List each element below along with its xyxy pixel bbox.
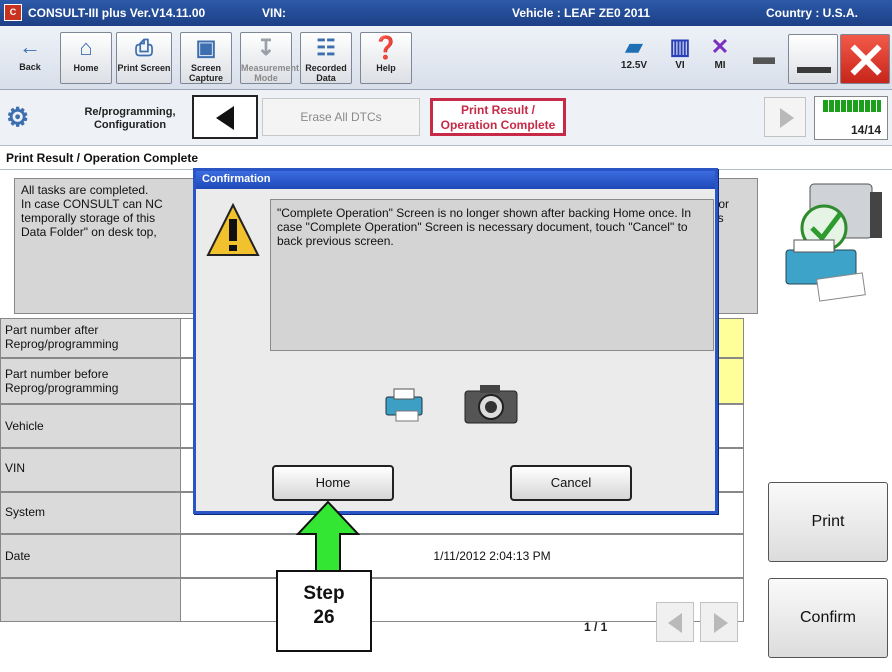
crumb-home-label: Re/programming, Configuration bbox=[84, 106, 176, 131]
page-title: Print Result / Operation Complete bbox=[0, 146, 892, 170]
step-callout: Step 26 bbox=[276, 570, 372, 652]
measurement-mode-button[interactable]: ↧ Measurement Mode bbox=[240, 32, 299, 84]
wrench-computer-icon: ⚙ bbox=[6, 102, 30, 132]
date-value: 1/11/2012 2:04:13 PM bbox=[433, 549, 551, 563]
battery-indicator: ▬ bbox=[744, 44, 784, 70]
recorded-data-label: Recorded Data bbox=[305, 63, 347, 83]
car-icon: ▰ bbox=[625, 34, 643, 59]
page-prev-button[interactable] bbox=[656, 602, 694, 642]
previous-step-button[interactable] bbox=[192, 95, 258, 139]
house-icon: ⌂ bbox=[79, 35, 93, 60]
dialog-message: "Complete Operation" Screen is no longer… bbox=[270, 199, 714, 351]
confirm-button[interactable]: Confirm bbox=[768, 578, 888, 658]
crumb-erase-dtcs[interactable]: Erase All DTCs bbox=[262, 98, 420, 136]
row-label: Date bbox=[1, 535, 181, 577]
vi-status: ▥ VI bbox=[660, 34, 700, 71]
step-arrow-icon bbox=[296, 500, 360, 573]
print-screen-label: Print Screen bbox=[117, 63, 171, 73]
toolbar: ← Back ⌂ Home ⎙ Print Screen ▣ Screen Ca… bbox=[0, 26, 892, 90]
camera-icon: ▣ bbox=[195, 35, 217, 60]
measurement-icon: ↧ bbox=[256, 35, 276, 60]
mi-disconnected-icon: ✕ bbox=[710, 34, 730, 59]
app-title: CONSULT-III plus Ver.V14.11.00 bbox=[28, 6, 206, 20]
printer-icon: ⎙ bbox=[135, 35, 153, 60]
row-label: Part number after Reprog/programming bbox=[1, 319, 181, 357]
camera-icon bbox=[464, 385, 518, 424]
breadcrumb: ⚙ Re/programming, Configuration Erase Al… bbox=[0, 90, 892, 146]
step-label: Step bbox=[303, 583, 345, 604]
screen-capture-button[interactable]: ▣ Screen Capture bbox=[180, 32, 232, 84]
cancel-button[interactable]: Cancel bbox=[510, 465, 632, 501]
table-row: Date 1/11/2012 2:04:13 PM bbox=[0, 534, 744, 578]
battery-status: ▰ 12.5V bbox=[614, 34, 654, 71]
country-label: Country : U.S.A. bbox=[766, 6, 858, 20]
crumb-print-result: Print Result / Operation Complete bbox=[430, 98, 566, 136]
vi-label: VI bbox=[675, 60, 685, 71]
help-icon: ❓ bbox=[372, 35, 400, 60]
dialog-icons bbox=[196, 383, 715, 433]
recorded-data-icon: ☷ bbox=[316, 35, 336, 60]
ecu-printer-illustration-icon bbox=[785, 183, 882, 302]
back-button[interactable]: ← Back bbox=[4, 32, 56, 84]
home-confirm-button[interactable]: Home bbox=[272, 465, 394, 501]
print-screen-button[interactable]: ⎙ Print Screen bbox=[116, 32, 172, 84]
recorded-data-button[interactable]: ☷ Recorded Data bbox=[300, 32, 352, 84]
back-label: Back bbox=[19, 62, 41, 72]
minimize-button[interactable] bbox=[788, 34, 838, 84]
page-next-button[interactable] bbox=[700, 602, 738, 642]
home-button[interactable]: ⌂ Home bbox=[60, 32, 112, 84]
dialog-title: Confirmation bbox=[196, 171, 715, 189]
vin-label: VIN: bbox=[262, 6, 286, 20]
help-label: Help bbox=[376, 63, 396, 73]
vi-device-icon: ▥ bbox=[669, 34, 691, 59]
mi-label: MI bbox=[714, 60, 726, 71]
mi-status: ✕ MI bbox=[700, 34, 740, 71]
consult-logo-icon: C bbox=[4, 4, 22, 21]
row-label bbox=[1, 579, 181, 621]
close-button[interactable] bbox=[840, 34, 890, 84]
table-row bbox=[0, 578, 744, 622]
screen-capture-label: Screen Capture bbox=[188, 63, 223, 83]
confirmation-dialog: Confirmation "Complete Operation" Screen… bbox=[193, 168, 718, 514]
row-label: Vehicle bbox=[1, 405, 181, 447]
vehicle-label: Vehicle : LEAF ZE0 2011 bbox=[512, 6, 651, 20]
step-number: 26 bbox=[313, 607, 335, 628]
battery-voltage: 12.5V bbox=[620, 60, 648, 71]
home-label: Home bbox=[73, 63, 99, 73]
measurement-mode-label: Measurement Mode bbox=[241, 63, 300, 83]
reprogramming-home-crumb[interactable]: ⚙ Re/programming, Configuration bbox=[4, 96, 184, 138]
step-progress: 14/14 bbox=[814, 96, 888, 140]
battery-icon: ▬ bbox=[753, 44, 775, 69]
help-button[interactable]: ❓ Help bbox=[360, 32, 412, 84]
printer-icon bbox=[385, 388, 423, 422]
warning-icon bbox=[206, 203, 260, 256]
title-bar: C CONSULT-III plus Ver.V14.11.00 VIN: Ve… bbox=[0, 0, 892, 26]
page-indicator: 1 / 1 bbox=[584, 620, 608, 634]
next-step-button[interactable] bbox=[764, 97, 806, 137]
print-button[interactable]: Print bbox=[768, 482, 888, 562]
row-label: Part number before Reprog/programming bbox=[1, 359, 181, 403]
back-arrow-icon: ← bbox=[19, 34, 41, 59]
row-label: VIN bbox=[1, 449, 181, 491]
row-label: System bbox=[1, 493, 181, 533]
